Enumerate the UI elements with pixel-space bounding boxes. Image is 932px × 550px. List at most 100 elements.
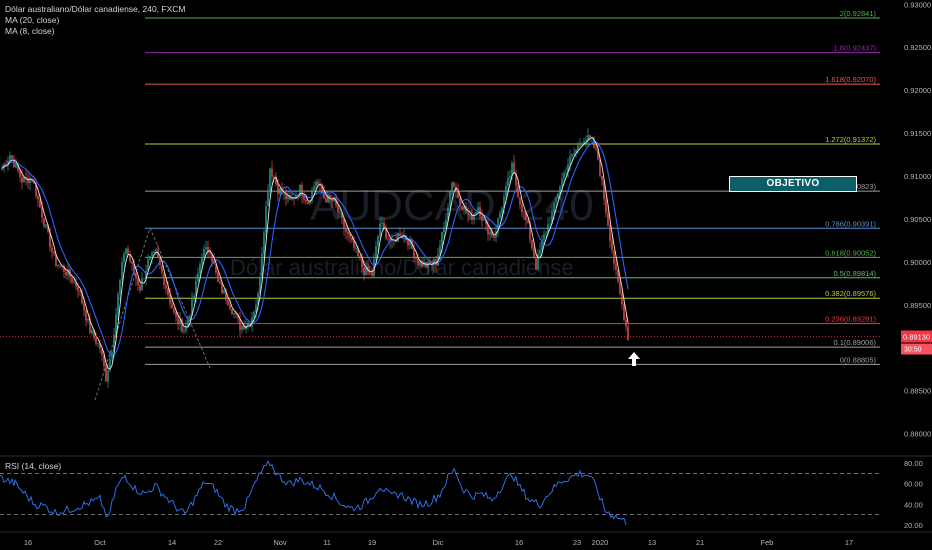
candle[interactable] (625, 313, 627, 332)
candle[interactable] (141, 272, 143, 292)
candle[interactable] (137, 276, 139, 291)
candle[interactable] (51, 243, 53, 259)
candle[interactable] (531, 239, 533, 251)
candle[interactable] (97, 342, 99, 348)
candle[interactable] (233, 312, 235, 319)
candle[interactable] (395, 232, 397, 244)
candle[interactable] (397, 232, 399, 242)
candle[interactable] (53, 250, 55, 257)
candle[interactable] (267, 184, 269, 207)
candle[interactable] (155, 247, 157, 256)
candle[interactable] (387, 234, 389, 243)
candle[interactable] (585, 135, 587, 148)
candle[interactable] (565, 166, 567, 176)
candle[interactable] (57, 264, 59, 269)
candle[interactable] (119, 278, 121, 301)
rsi-legend[interactable]: RSI (14, close) (5, 461, 61, 471)
candle[interactable] (269, 167, 271, 197)
trend-line-up[interactable] (94, 227, 151, 401)
candle[interactable] (43, 217, 45, 229)
candle[interactable] (179, 311, 181, 331)
legend-ma8[interactable]: MA (8, close) (5, 26, 185, 37)
candle[interactable] (173, 307, 175, 315)
candle[interactable] (409, 235, 411, 250)
candle[interactable] (163, 272, 165, 290)
candle[interactable] (145, 264, 147, 286)
candle[interactable] (59, 264, 61, 269)
candle[interactable] (131, 261, 133, 272)
candle[interactable] (285, 186, 287, 206)
candle[interactable] (301, 181, 303, 204)
fib-level-0.382[interactable]: 0.382(0.89576) (145, 289, 880, 299)
candle[interactable] (153, 250, 155, 253)
candle[interactable] (123, 251, 125, 267)
candle[interactable] (197, 267, 199, 283)
legend-symbol[interactable]: Dólar australiano/Dólar canadiense, 240,… (5, 4, 185, 15)
candle[interactable] (587, 128, 589, 146)
candle[interactable] (127, 245, 129, 256)
candle[interactable] (129, 250, 131, 264)
fib-level-2[interactable]: 2(0.92841) (145, 9, 880, 19)
fib-level-0[interactable]: 0(0.88805) (145, 355, 880, 365)
candle[interactable] (147, 254, 149, 271)
candle[interactable] (537, 249, 539, 272)
candle[interactable] (193, 293, 195, 302)
candle[interactable] (45, 223, 47, 230)
candle[interactable] (513, 155, 515, 173)
legend-ma20[interactable]: MA (20, close) (5, 15, 185, 26)
candle[interactable] (135, 271, 137, 286)
candle-body (467, 212, 469, 215)
candle[interactable] (85, 309, 87, 327)
objetivo-box[interactable]: OBJETIVO (729, 176, 857, 192)
candle[interactable] (245, 318, 247, 334)
candle[interactable] (101, 348, 103, 362)
candle[interactable] (299, 184, 301, 199)
candle[interactable] (37, 193, 39, 207)
candle[interactable] (91, 326, 93, 336)
fib-level-1.8[interactable]: 1.8(0.92437) (145, 44, 880, 54)
candle[interactable] (567, 157, 569, 179)
candle[interactable] (125, 247, 127, 258)
candle[interactable] (149, 255, 151, 261)
candle[interactable] (613, 250, 615, 271)
candle[interactable] (79, 290, 81, 296)
candle[interactable] (489, 228, 491, 241)
candle[interactable] (207, 240, 209, 259)
candle[interactable] (223, 289, 225, 295)
candle[interactable] (63, 263, 65, 279)
candle[interactable] (283, 191, 285, 201)
candle[interactable] (69, 266, 71, 284)
candle[interactable] (143, 277, 145, 280)
candle[interactable] (391, 233, 393, 249)
chart-canvas[interactable]: AUDCAD, 240 Dólar australiano/Dólar cana… (0, 0, 932, 550)
candle[interactable] (239, 311, 241, 338)
candle[interactable] (11, 155, 13, 163)
candle[interactable] (351, 237, 353, 244)
candle[interactable] (271, 160, 273, 185)
candle[interactable] (89, 313, 91, 334)
fib-level-0.1[interactable]: 0.1(0.89006) (145, 338, 880, 348)
candle[interactable] (181, 317, 183, 334)
candle[interactable] (573, 147, 575, 156)
candle[interactable] (231, 308, 233, 316)
candle[interactable] (165, 279, 167, 294)
candle[interactable] (219, 278, 221, 285)
time-axis[interactable]: 16 Oct 14 22 Nov 11 19 Dic 16 23 2020 13 21 Feb 17 (24, 538, 853, 547)
candle[interactable] (609, 222, 611, 248)
candle[interactable] (13, 155, 15, 168)
candle[interactable] (9, 151, 11, 162)
fib-level-1.618[interactable]: 1.618(0.92070) (145, 75, 880, 85)
price-axis[interactable]: 0.93000 0.92500 0.92000 0.91500 0.91000 0.905… (901, 0, 932, 439)
candle[interactable] (87, 318, 89, 325)
candle[interactable] (209, 247, 211, 259)
fib-level-1.272[interactable]: 1.272(0.91372) (145, 135, 880, 145)
candle[interactable] (601, 175, 603, 186)
last-price-tag[interactable]: 0.89130 30:50 (901, 330, 932, 355)
candle[interactable] (287, 191, 289, 204)
rsi-pane[interactable]: 80.00 60.00 40.00 20.00 (0, 459, 923, 530)
candle-body (265, 206, 267, 233)
candle[interactable] (557, 192, 559, 199)
candle[interactable] (161, 264, 163, 277)
candle[interactable] (247, 320, 249, 330)
candle[interactable] (29, 173, 31, 191)
